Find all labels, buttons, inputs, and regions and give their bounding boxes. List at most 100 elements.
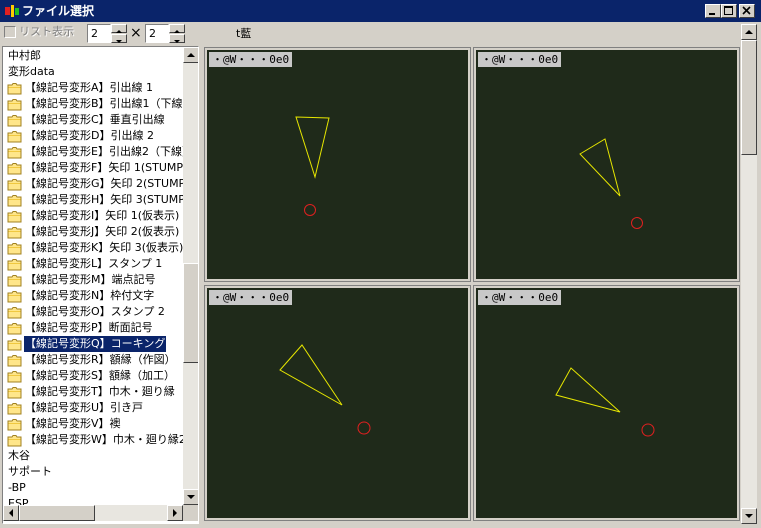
- folder-icon: [7, 323, 22, 335]
- preview-pane-2[interactable]: ・@W・・・0e0: [473, 47, 740, 282]
- arrow-up-icon: [745, 30, 753, 34]
- list-display-label: リスト表示: [19, 25, 74, 38]
- tree-item[interactable]: 【線記号変形A】引出線 1: [4, 80, 184, 96]
- tree-item[interactable]: 木谷: [4, 448, 184, 464]
- rows-input[interactable]: 2: [145, 24, 169, 43]
- scroll-right-button[interactable]: [167, 505, 183, 521]
- scroll-left-button[interactable]: [3, 505, 19, 521]
- tree-horizontal-scrollbar[interactable]: [3, 505, 183, 521]
- rows-spinner[interactable]: [169, 24, 185, 43]
- tree-item[interactable]: 【線記号変形Q】コーキング: [4, 335, 184, 353]
- tree-item[interactable]: 【線記号変形L】スタンプ 1: [4, 256, 184, 272]
- tree-item-label: 【線記号変形P】断面記号: [25, 321, 153, 334]
- tree-item[interactable]: 【線記号変形M】端点記号: [4, 272, 184, 288]
- tree-vertical-scrollbar[interactable]: [183, 47, 198, 505]
- maximize-button[interactable]: [721, 4, 737, 18]
- close-button[interactable]: [739, 4, 755, 18]
- minimize-button[interactable]: [705, 4, 721, 18]
- tree-item-label: 【線記号変形G】矢印 2(STUMP): [25, 177, 184, 190]
- tree-item[interactable]: 【線記号変形K】矢印 3(仮表示): [4, 240, 184, 256]
- preview-scroll-thumb[interactable]: [741, 40, 757, 155]
- tree-hscroll-thumb[interactable]: [19, 505, 95, 521]
- folder-icon: [7, 163, 22, 175]
- tree-item-label: 【線記号変形V】襖: [25, 417, 121, 430]
- tree-item[interactable]: 【線記号変形G】矢印 2(STUMP): [4, 176, 184, 192]
- tree-item-label: 【線記号変形U】引き戸: [25, 401, 144, 414]
- scroll-up-button[interactable]: [741, 24, 757, 40]
- tree-item[interactable]: 変形data: [4, 64, 184, 80]
- tree-item[interactable]: 【線記号変形I】矢印 1(仮表示): [4, 208, 184, 224]
- folder-icon: [7, 371, 22, 383]
- tree-item-label: 【線記号変形L】スタンプ 1: [25, 257, 163, 270]
- tree-item[interactable]: 【線記号変形S】額縁（加工）: [4, 368, 184, 384]
- tree-item[interactable]: 【線記号変形H】矢印 3(STUMP): [4, 192, 184, 208]
- tree-item[interactable]: 【線記号変形E】引出線2（下線）: [4, 144, 184, 160]
- file-select-window: ファイル選択 リスト表示 2 × 2 t藍 中村郎 変形data 【線記号変形A…: [0, 0, 761, 528]
- tree-item[interactable]: 【線記号変形B】引出線1（下線）: [4, 96, 184, 112]
- tree-item[interactable]: 【線記号変形F】矢印 1(STUMP): [4, 160, 184, 176]
- folder-icon: [7, 259, 22, 271]
- scroll-up-button[interactable]: [183, 47, 198, 63]
- tree-item[interactable]: 【線記号変形D】引出線 2: [4, 128, 184, 144]
- tree-item-label: 【線記号変形N】枠付文字: [25, 289, 155, 302]
- tree-item[interactable]: 【線記号変形J】矢印 2(仮表示): [4, 224, 184, 240]
- title-bar[interactable]: ファイル選択: [0, 0, 761, 22]
- arrow-down-icon: [745, 514, 753, 518]
- shape-preview-2: [579, 138, 643, 229]
- preview-pane-3[interactable]: ・@W・・・0e0: [204, 285, 471, 521]
- list-display-checkbox[interactable]: [4, 26, 16, 38]
- scroll-down-button[interactable]: [741, 508, 757, 524]
- tree-item[interactable]: 【線記号変形U】引き戸: [4, 400, 184, 416]
- folder-icon: [7, 307, 22, 319]
- tree-item[interactable]: 【線記号変形C】垂直引出線: [4, 112, 184, 128]
- tree-item[interactable]: 中村郎: [4, 48, 184, 64]
- folder-tree[interactable]: 中村郎 変形data 【線記号変形A】引出線 1 【線記号変形B】引出線1（下線） 【線…: [2, 46, 199, 524]
- tree-item[interactable]: 【線記号変形V】襖: [4, 416, 184, 432]
- tree-item[interactable]: 【線記号変形R】額縁（作図）: [4, 352, 184, 368]
- tree-item-label: 【線記号変形R】額縁（作図）: [25, 353, 176, 366]
- app-icon: [5, 5, 19, 17]
- tree-item-label: 【線記号変形O】スタンプ 2: [25, 305, 165, 318]
- tree-list[interactable]: 中村郎 変形data 【線記号変形A】引出線 1 【線記号変形B】引出線1（下線） 【線…: [4, 48, 184, 506]
- close-icon: [742, 6, 751, 15]
- tree-item-label: 【線記号変形M】端点記号: [25, 273, 156, 286]
- preview-pane-4[interactable]: ・@W・・・0e0: [473, 285, 740, 521]
- shape-preview-4: [555, 367, 655, 437]
- shape-preview-1: [295, 116, 330, 216]
- tree-item-label: 【線記号変形J】矢印 2(仮表示): [25, 225, 180, 238]
- tree-item-label: 【線記号変形S】額縁（加工）: [25, 369, 175, 382]
- folder-icon: [7, 355, 22, 367]
- tree-item[interactable]: -BP: [4, 480, 184, 496]
- maximize-icon: [724, 6, 733, 15]
- tree-item[interactable]: 【線記号変形O】スタンプ 2: [4, 304, 184, 320]
- rows-up-button[interactable]: [169, 24, 185, 33]
- preview-vertical-scrollbar[interactable]: [741, 24, 757, 524]
- pane-caption: ・@W・・・0e0: [478, 52, 562, 67]
- tree-item-label: 中村郎: [8, 49, 41, 62]
- preview-pane-1[interactable]: ・@W・・・0e0: [204, 47, 471, 282]
- folder-icon: [7, 403, 22, 415]
- tree-item[interactable]: サポート: [4, 464, 184, 480]
- multiply-sign: ×: [130, 25, 142, 41]
- folder-icon: [7, 227, 22, 239]
- tree-item-label: -BP: [8, 481, 26, 494]
- scroll-down-button[interactable]: [183, 489, 198, 505]
- arrow-down-icon: [174, 40, 180, 43]
- tree-item[interactable]: 【線記号変形T】巾木・廻り縁: [4, 384, 184, 400]
- folder-icon: [7, 275, 22, 287]
- tree-scroll-thumb[interactable]: [183, 263, 198, 363]
- rows-down-button[interactable]: [169, 34, 185, 43]
- tree-item[interactable]: 【線記号変形P】断面記号: [4, 320, 184, 336]
- columns-input[interactable]: 2: [87, 24, 111, 43]
- folder-icon: [7, 291, 22, 303]
- columns-down-button[interactable]: [111, 34, 127, 43]
- tree-item-label: 木谷: [8, 449, 30, 462]
- folder-icon: [7, 195, 22, 207]
- columns-up-button[interactable]: [111, 24, 127, 33]
- tree-item-label: 【線記号変形C】垂直引出線: [25, 113, 165, 126]
- tree-item[interactable]: 【線記号変形N】枠付文字: [4, 288, 184, 304]
- folder-icon: [7, 83, 22, 95]
- columns-spinner[interactable]: [111, 24, 127, 43]
- tree-item[interactable]: 【線記号変形W】巾木・廻り縁2: [4, 432, 184, 448]
- folder-icon: [7, 179, 22, 191]
